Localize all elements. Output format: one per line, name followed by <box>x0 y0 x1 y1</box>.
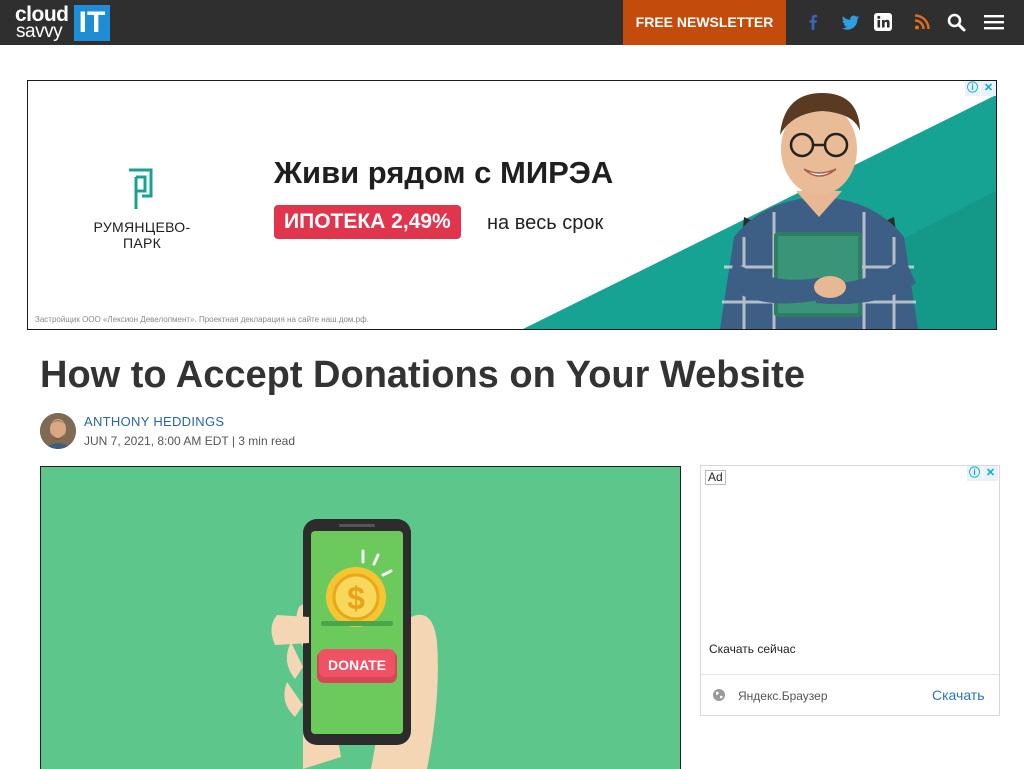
side-ad-close-icon[interactable]: ✕ <box>983 466 998 481</box>
ad-info-icon[interactable]: ⓘ <box>965 81 980 96</box>
banner-student-photo <box>720 93 918 329</box>
article-hero-image: $ DONATE <box>40 466 681 769</box>
donation-phone-illustration: $ DONATE <box>271 519 438 769</box>
advertiser-brand-name: РУМЯНЦЕВО-ПАРК <box>93 219 191 251</box>
side-ad-info-icon[interactable]: ⓘ <box>967 466 982 481</box>
facebook-icon[interactable] <box>802 11 824 33</box>
side-ad-download-button[interactable]: Скачать <box>932 686 985 704</box>
banner-headline: Живи рядом с МИРЭА <box>274 155 614 190</box>
twitter-icon[interactable] <box>839 11 861 33</box>
sidebar-advertisement[interactable]: Ad ⓘ ✕ Скачать сейчас Яндекс.Браузер Ска… <box>700 465 1000 716</box>
side-ad-divider <box>701 674 999 675</box>
side-ad-browser-name: Яндекс.Браузер <box>738 689 828 703</box>
article-title: How to Accept Donations on Your Website <box>40 354 805 396</box>
logo-text-savvy: savvy <box>16 21 63 42</box>
logo-badge-it: IT <box>74 5 110 41</box>
top-navigation-bar: cloud savvy IT FREE NEWSLETTER <box>0 0 1024 45</box>
globe-icon <box>713 689 725 701</box>
donate-button-text: DONATE <box>328 657 386 673</box>
site-logo[interactable]: cloud savvy IT <box>15 4 110 42</box>
banner-advertisement[interactable]: РУМЯНЦЕВО-ПАРК Живи рядом с МИРЭА ИПОТЕК… <box>27 80 997 330</box>
author-name-link[interactable]: ANTHONY HEDDINGS <box>84 414 224 430</box>
rss-icon[interactable] <box>911 11 933 33</box>
banner-promo-badge: ИПОТЕКА 2,49% <box>274 205 461 239</box>
side-ad-text[interactable]: Скачать сейчас <box>709 641 796 657</box>
author-avatar-image <box>40 413 76 449</box>
coin-dollar-symbol: $ <box>347 580 365 616</box>
free-newsletter-button[interactable]: FREE NEWSLETTER <box>623 0 786 45</box>
article-publish-meta: JUN 7, 2021, 8:00 AM EDT | 3 min read <box>84 434 295 448</box>
hamburger-menu-icon[interactable] <box>983 11 1005 33</box>
banner-promo-suffix: на весь срок <box>487 212 604 234</box>
author-avatar[interactable] <box>40 413 76 449</box>
search-icon[interactable] <box>945 11 967 33</box>
linkedin-icon[interactable] <box>872 11 894 33</box>
banner-disclaimer-text: Застройщик ООО «Лексион Девелопмент». Пр… <box>35 315 369 324</box>
ad-label-badge: Ad <box>705 470 726 485</box>
ad-close-icon[interactable]: ✕ <box>981 81 996 96</box>
rumyantsevo-park-logo-icon <box>129 168 153 209</box>
